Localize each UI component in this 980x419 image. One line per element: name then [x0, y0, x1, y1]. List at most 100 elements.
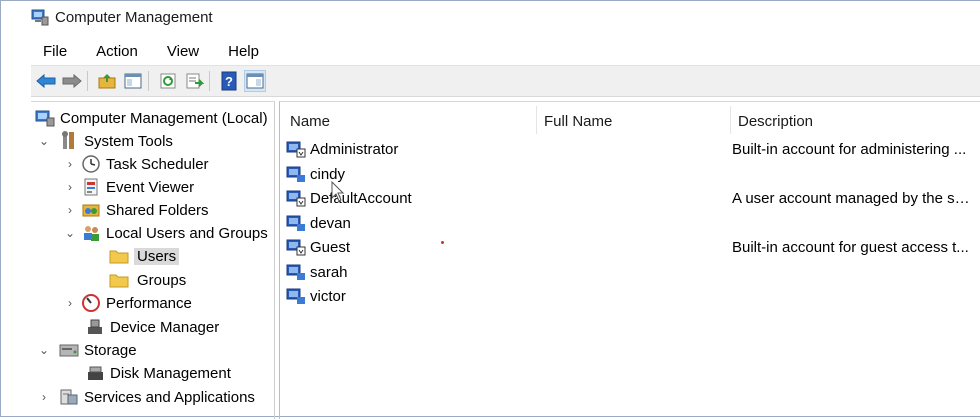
mouse-cursor-icon: [331, 181, 345, 202]
chevron-right-icon[interactable]: ›: [63, 199, 77, 221]
menu-view[interactable]: View: [167, 43, 199, 60]
table-row[interactable]: Administrator Built-in account for admin…: [286, 138, 976, 160]
storage-icon: [59, 340, 79, 360]
action-pane-icon: [246, 73, 264, 89]
refresh-icon: [160, 73, 176, 89]
user-account-icon: [286, 190, 306, 207]
tree-item-device-manager[interactable]: Device Manager: [85, 316, 219, 338]
tree-item-services-and-applications[interactable]: › Services and Applications: [37, 386, 255, 408]
tree-item-users[interactable]: Users: [109, 245, 180, 267]
tree-item-event-viewer[interactable]: › Event Viewer: [63, 176, 194, 198]
tree-label: Task Scheduler: [106, 155, 209, 173]
back-arrow-icon: [36, 73, 56, 89]
user-name: sarah: [310, 263, 348, 281]
refresh-button[interactable]: [157, 70, 179, 92]
clock-icon: [81, 154, 101, 174]
user-description: Built-in account for administering ...: [732, 140, 967, 158]
user-account-icon: [286, 288, 305, 304]
chevron-down-icon[interactable]: ⌄: [37, 339, 51, 361]
menu-action[interactable]: Action: [96, 43, 138, 60]
toolbar-separator: [148, 71, 149, 91]
tree-label: Shared Folders: [106, 201, 209, 219]
toolbar-separator: [87, 71, 88, 91]
user-account-icon: [286, 141, 306, 158]
up-one-level-button[interactable]: [96, 70, 118, 92]
tree-label: Event Viewer: [106, 178, 195, 196]
system-tools-icon: [59, 131, 79, 151]
up-folder-icon: [98, 74, 116, 89]
tree-item-computer-management[interactable]: Computer Management (Local): [35, 107, 268, 129]
disk-management-icon: [85, 363, 105, 383]
column-divider[interactable]: [536, 106, 537, 134]
tree-item-storage[interactable]: ⌄ Storage: [37, 339, 137, 361]
user-name: devan: [310, 214, 351, 232]
folder-open-icon: [109, 246, 129, 266]
table-row[interactable]: devan: [286, 212, 976, 234]
tree-label: Performance: [106, 294, 192, 312]
tree-label: Groups: [137, 271, 187, 289]
services-icon: [59, 387, 79, 407]
users-list: Name Full Name Description Administrator…: [279, 101, 980, 419]
back-button[interactable]: [35, 70, 57, 92]
console-tree: Computer Management (Local) ⌄ System Too…: [31, 101, 275, 419]
menu-file[interactable]: File: [43, 43, 67, 60]
toolbar-separator: [209, 71, 210, 91]
column-header-full-name[interactable]: Full Name: [544, 113, 612, 130]
action-pane-button[interactable]: [244, 70, 266, 92]
forward-arrow-icon: [62, 73, 82, 89]
red-dot-marker: [441, 241, 444, 244]
column-header-description[interactable]: Description: [738, 113, 813, 130]
help-button[interactable]: ?: [218, 70, 240, 92]
chevron-down-icon[interactable]: ⌄: [63, 222, 77, 244]
show-hide-tree-button[interactable]: [122, 70, 144, 92]
tree-label: System Tools: [84, 132, 173, 150]
export-list-button[interactable]: [183, 70, 205, 92]
tree-label: Computer Management (Local): [60, 109, 268, 127]
tree-item-disk-management[interactable]: Disk Management: [85, 362, 231, 384]
user-description: Built-in account for guest access t...: [732, 238, 969, 256]
user-account-icon: [286, 239, 306, 256]
tree-item-task-scheduler[interactable]: › Task Scheduler: [63, 153, 209, 175]
user-name: Administrator: [310, 140, 399, 158]
user-name: DefaultAccount: [310, 189, 412, 207]
title-bar: Computer Management: [1, 1, 980, 33]
table-row[interactable]: Guest Built-in account for guest access …: [286, 236, 976, 258]
user-description: A user account managed by the sy...: [732, 189, 972, 207]
chevron-right-icon[interactable]: ›: [63, 176, 77, 198]
table-row[interactable]: cindy: [286, 163, 976, 185]
user-name: cindy: [310, 165, 346, 183]
user-account-icon: [286, 215, 305, 231]
table-row[interactable]: victor: [286, 285, 976, 307]
show-hide-tree-icon: [124, 73, 142, 89]
menu-help[interactable]: Help: [228, 43, 259, 60]
tree-label: Services and Applications: [84, 388, 255, 406]
computer-management-window: Computer Management File Action View Hel…: [0, 0, 980, 419]
user-account-icon: [286, 166, 305, 182]
tree-item-groups[interactable]: Groups: [109, 269, 186, 291]
tree-label: Device Manager: [110, 318, 220, 336]
forward-button[interactable]: [61, 70, 83, 92]
chevron-right-icon[interactable]: ›: [37, 386, 51, 408]
tree-label: Storage: [84, 341, 137, 359]
column-header-name[interactable]: Name: [290, 113, 330, 130]
folder-icon: [109, 270, 129, 290]
device-manager-icon: [85, 317, 105, 337]
chevron-down-icon[interactable]: ⌄: [37, 130, 51, 152]
tree-item-shared-folders[interactable]: › Shared Folders: [63, 199, 209, 221]
chevron-right-icon[interactable]: ›: [63, 292, 77, 314]
user-name: victor: [310, 287, 346, 305]
table-row[interactable]: DefaultAccount A user account managed by…: [286, 187, 976, 209]
user-account-icon: [286, 264, 305, 280]
export-list-icon: [186, 73, 204, 89]
event-viewer-icon: [81, 177, 101, 197]
performance-icon: [81, 293, 101, 313]
help-icon: ?: [221, 71, 237, 91]
tree-item-local-users-and-groups[interactable]: ⌄ Local Users and Groups: [63, 222, 268, 244]
toolbar: ?: [31, 65, 980, 97]
window-title: Computer Management: [55, 8, 213, 26]
table-row[interactable]: sarah: [286, 261, 976, 283]
chevron-right-icon[interactable]: ›: [63, 153, 77, 175]
tree-item-performance[interactable]: › Performance: [63, 292, 192, 314]
tree-item-system-tools[interactable]: ⌄ System Tools: [37, 130, 173, 152]
column-divider[interactable]: [730, 106, 731, 134]
